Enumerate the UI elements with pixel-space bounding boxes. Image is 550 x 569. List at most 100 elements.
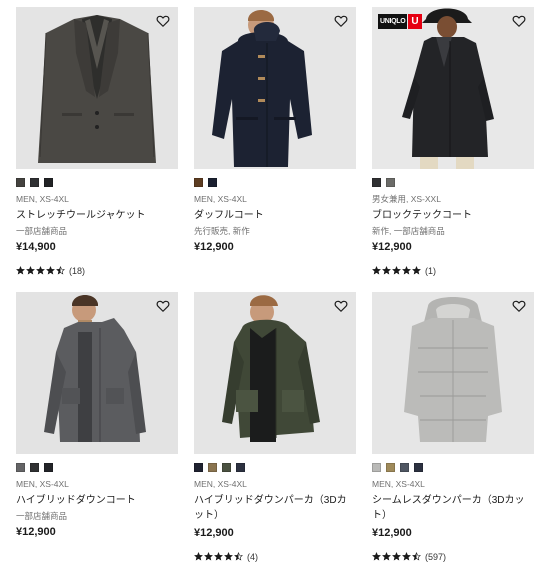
favorite-heart-icon[interactable] — [334, 14, 348, 28]
color-swatch[interactable] — [236, 463, 245, 472]
product-rating: (1) — [372, 265, 534, 276]
favorite-heart-icon[interactable] — [512, 299, 526, 313]
color-swatch[interactable] — [194, 178, 203, 187]
product-price: ¥12,900 — [372, 527, 412, 539]
product-price: ¥14,900 — [16, 241, 56, 253]
star-icon — [26, 266, 35, 275]
product-price: ¥12,900 — [194, 527, 234, 539]
product-image[interactable]: UNIQLO U — [372, 7, 534, 169]
star-icon — [224, 552, 233, 561]
product-name[interactable]: シームレスダウンパーカ（3Dカット） — [372, 493, 534, 523]
color-swatch[interactable] — [400, 463, 409, 472]
color-swatch[interactable] — [386, 178, 395, 187]
star-icon — [412, 266, 421, 275]
product-note: 一部店舗商品 — [16, 226, 68, 236]
color-swatch[interactable] — [414, 463, 423, 472]
product-name[interactable]: ブロックテックコート — [372, 208, 534, 223]
review-count: (18) — [69, 265, 86, 276]
star-icon — [372, 552, 381, 561]
review-count: (4) — [247, 551, 258, 562]
product-gender-size: MEN, XS-4XL — [372, 479, 425, 489]
color-swatch[interactable] — [372, 463, 381, 472]
star-icon — [372, 266, 381, 275]
rating-stars — [372, 266, 421, 275]
color-swatches — [16, 178, 178, 187]
star-icon — [56, 266, 65, 275]
star-icon — [392, 552, 401, 561]
product-gender-size: MEN, XS-4XL — [16, 194, 69, 204]
product-name[interactable]: ストレッチウールジャケット — [16, 208, 178, 223]
favorite-heart-icon[interactable] — [334, 299, 348, 313]
color-swatch[interactable] — [16, 178, 25, 187]
product-gender-size: MEN, XS-4XL — [194, 194, 247, 204]
color-swatch[interactable] — [222, 463, 231, 472]
product-price: ¥12,900 — [16, 526, 56, 538]
color-swatch[interactable] — [386, 463, 395, 472]
color-swatch[interactable] — [194, 463, 203, 472]
product-card[interactable]: MEN, XS-4XL シームレスダウンパーカ（3Dカット） ¥12,900 (… — [372, 292, 534, 562]
color-swatches — [194, 178, 356, 187]
product-rating: (4) — [194, 551, 356, 562]
color-swatch[interactable] — [44, 463, 53, 472]
star-icon — [46, 266, 55, 275]
color-swatch[interactable] — [372, 178, 381, 187]
product-image[interactable] — [194, 292, 356, 454]
star-icon — [16, 266, 25, 275]
star-icon — [194, 552, 203, 561]
favorite-heart-icon[interactable] — [156, 299, 170, 313]
star-icon — [402, 266, 411, 275]
product-gender-size: 男女兼用, XS-XXL — [372, 194, 441, 204]
product-gender-size: MEN, XS-4XL — [16, 479, 69, 489]
color-swatch[interactable] — [30, 178, 39, 187]
color-swatches — [372, 178, 534, 187]
badge-logo: UNIQLO — [378, 14, 408, 29]
color-swatch[interactable] — [208, 463, 217, 472]
product-note: 先行販売, 新作 — [194, 226, 250, 236]
star-icon — [412, 552, 421, 561]
star-icon — [214, 552, 223, 561]
color-swatch[interactable] — [208, 178, 217, 187]
color-swatch[interactable] — [16, 463, 25, 472]
color-swatches — [194, 463, 356, 472]
uniqlo-u-badge: UNIQLO U — [378, 14, 422, 29]
badge-u: U — [408, 14, 422, 29]
star-icon — [382, 552, 391, 561]
rating-stars — [16, 266, 65, 275]
product-note: 新作, 一部店舗商品 — [372, 226, 445, 236]
product-price: ¥12,900 — [372, 241, 412, 253]
color-swatch[interactable] — [44, 178, 53, 187]
star-icon — [392, 266, 401, 275]
product-price: ¥12,900 — [194, 241, 234, 253]
star-icon — [382, 266, 391, 275]
product-card[interactable]: MEN, XS-4XL ハイブリッドダウンパーカ（3Dカット） ¥12,900 … — [194, 292, 356, 562]
product-name[interactable]: ハイブリッドダウンコート — [16, 493, 178, 508]
star-icon — [234, 552, 243, 561]
product-card[interactable]: MEN, XS-4XL ハイブリッドダウンコート 一部店舗商品 ¥12,900 — [16, 292, 178, 540]
star-icon — [402, 552, 411, 561]
star-icon — [36, 266, 45, 275]
product-rating: (597) — [372, 551, 534, 562]
favorite-heart-icon[interactable] — [156, 14, 170, 28]
star-icon — [204, 552, 213, 561]
product-image[interactable] — [16, 292, 178, 454]
product-image[interactable] — [372, 292, 534, 454]
review-count: (1) — [425, 265, 436, 276]
favorite-heart-icon[interactable] — [512, 14, 526, 28]
product-gender-size: MEN, XS-4XL — [194, 479, 247, 489]
product-card[interactable]: MEN, XS-4XL ダッフルコート 先行販売, 新作 ¥12,900 — [194, 7, 356, 255]
product-image[interactable] — [194, 7, 356, 169]
product-card[interactable]: MEN, XS-4XL ストレッチウールジャケット 一部店舗商品 ¥14,900… — [16, 7, 178, 276]
color-swatches — [372, 463, 534, 472]
rating-stars — [372, 552, 421, 561]
product-grid: MEN, XS-4XL ストレッチウールジャケット 一部店舗商品 ¥14,900… — [0, 0, 550, 569]
review-count: (597) — [425, 551, 447, 562]
product-note: 一部店舗商品 — [16, 511, 68, 521]
product-name[interactable]: ダッフルコート — [194, 208, 356, 223]
product-card[interactable]: UNIQLO U 男女兼用, XS-XXL ブロックテックコート 新作, 一部店… — [372, 7, 534, 276]
color-swatches — [16, 463, 178, 472]
product-rating: (18) — [16, 265, 178, 276]
rating-stars — [194, 552, 243, 561]
product-name[interactable]: ハイブリッドダウンパーカ（3Dカット） — [194, 493, 356, 523]
color-swatch[interactable] — [30, 463, 39, 472]
product-image[interactable] — [16, 7, 178, 169]
